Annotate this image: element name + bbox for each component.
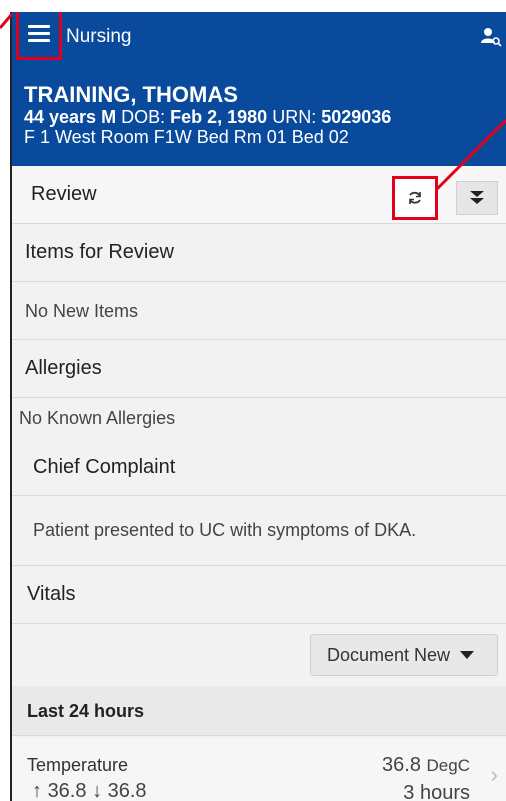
review-title: Review xyxy=(31,183,97,205)
temperature-time-ago: 3 hours xyxy=(403,782,470,801)
last-24-hours-header: Last 24 hours xyxy=(12,686,506,736)
patient-urn: 5029036 xyxy=(321,107,392,127)
collapse-button[interactable] xyxy=(456,181,498,215)
temperature-value-group: 36.8 DegC xyxy=(382,754,470,777)
menu-button[interactable] xyxy=(16,12,62,60)
hamburger-menu-icon xyxy=(28,25,50,43)
allergies-title: Allergies xyxy=(25,357,102,379)
allergies-value: No Known Allergies xyxy=(19,408,176,428)
refresh-icon xyxy=(409,191,421,204)
refresh-button[interactable] xyxy=(392,176,438,220)
chief-complaint-body: Patient presented to UC with symptoms of… xyxy=(12,496,506,566)
temperature-value: 36.8 xyxy=(382,754,421,776)
patient-age-sex: 44 years M xyxy=(24,107,117,127)
arrow-down-icon: ↓ xyxy=(92,780,103,801)
patient-location: F 1 West Room F1W Bed Rm 01 Bed 02 xyxy=(24,127,349,147)
arrow-up-icon: ↑ xyxy=(32,780,42,801)
temperature-row[interactable]: Temperature ↑ 36.8 ↓ 36.8 36.8 DegC 3 ho… xyxy=(12,738,506,801)
chief-complaint-title: Chief Complaint xyxy=(33,456,176,478)
vitals-header: Vitals xyxy=(12,566,506,624)
review-header: Review xyxy=(12,166,506,224)
urn-label: URN: xyxy=(272,107,317,127)
temperature-label: Temperature xyxy=(27,755,129,775)
patient-name: TRAINING, THOMAS xyxy=(24,82,238,107)
chief-complaint-value: Patient presented to UC with symptoms of… xyxy=(33,520,417,540)
items-for-review-value: No New Items xyxy=(25,301,139,321)
temperature-unit: DegC xyxy=(426,756,470,775)
app-title: Nursing xyxy=(66,26,132,47)
vitals-title: Vitals xyxy=(27,583,76,605)
double-chevron-down-icon xyxy=(470,191,484,204)
caret-down-icon xyxy=(460,651,475,659)
temperature-range: ↑ 36.8 ↓ 36.8 xyxy=(32,780,147,801)
dob-label: DOB: xyxy=(121,107,166,127)
allergies-body: No Known Allergies Chief Complaint xyxy=(12,398,506,496)
document-new-label: Document New xyxy=(327,644,451,665)
temperature-high: 36.8 xyxy=(47,780,87,801)
items-for-review-title: Items for Review xyxy=(25,241,174,263)
chevron-right-icon: › xyxy=(490,762,498,787)
temperature-low: 36.8 xyxy=(107,780,147,801)
app-bar: Nursing xyxy=(12,12,506,64)
last-24-hours-label: Last 24 hours xyxy=(27,701,145,721)
user-search-icon[interactable] xyxy=(480,26,502,48)
allergies-header: Allergies xyxy=(12,340,506,398)
items-for-review-header: Items for Review xyxy=(12,224,506,282)
patient-dob: Feb 2, 1980 xyxy=(170,107,268,127)
patient-demographics: 44 years M DOB: Feb 2, 1980 URN: 5029036 xyxy=(24,107,391,128)
items-for-review-body: No New Items xyxy=(12,282,506,340)
patient-banner: TRAINING, THOMAS 44 years M DOB: Feb 2, … xyxy=(12,64,506,166)
document-new-button[interactable]: Document New xyxy=(310,634,498,676)
app-frame: Nursing TRAINING, THOMAS 44 years M DOB:… xyxy=(10,12,506,801)
